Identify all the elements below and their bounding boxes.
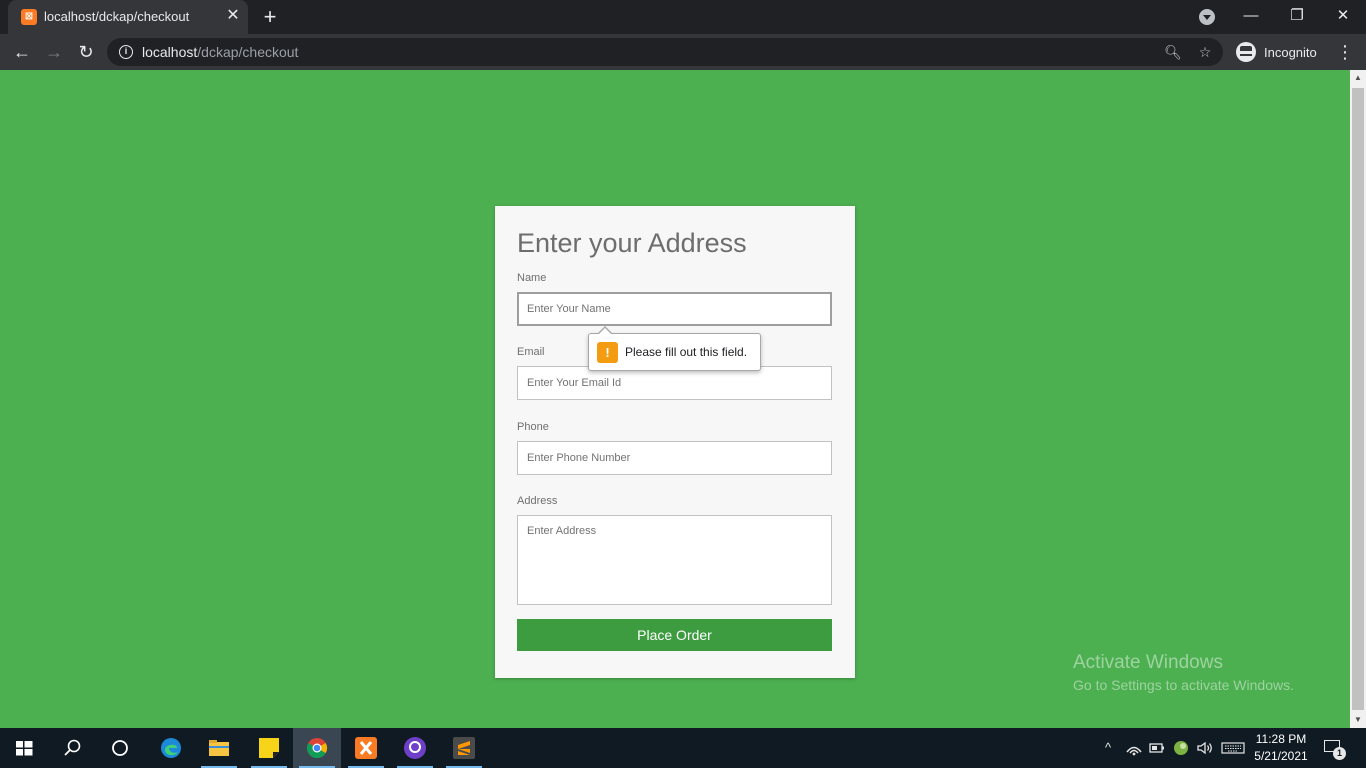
battery-icon[interactable]	[1147, 738, 1167, 758]
url-path: /dckap/checkout	[197, 44, 299, 60]
phone-input[interactable]	[517, 441, 832, 475]
page-scrollbar[interactable]: ▲ ▼	[1350, 70, 1366, 728]
action-center-button[interactable]: 1	[1322, 736, 1346, 760]
file-explorer-icon	[209, 740, 229, 756]
zoom-icon[interactable]: 🔍︎	[1163, 42, 1183, 62]
address-bar[interactable]: i localhost/dckap/checkout 🔍︎ ☆	[107, 38, 1223, 66]
validation-tooltip: ! Please fill out this field.	[588, 326, 761, 371]
tab-title: localhost/dckap/checkout	[44, 9, 190, 24]
close-window-button[interactable]: ✕	[1328, 4, 1358, 28]
sublime-text-icon	[453, 737, 475, 759]
scroll-up-arrow-icon[interactable]: ▲	[1350, 70, 1366, 86]
form-title: Enter your Address	[517, 228, 747, 258]
edge-icon	[161, 738, 181, 758]
clock-date: 5/21/2021	[1254, 749, 1308, 763]
email-input[interactable]	[517, 366, 832, 400]
search-icon	[64, 739, 81, 756]
watermark-title: Activate Windows	[1073, 652, 1223, 673]
wifi-icon[interactable]	[1124, 738, 1144, 758]
sticky-notes-taskbar-button[interactable]	[245, 728, 293, 768]
browser-menu-icon[interactable]: ⋮	[1336, 39, 1354, 65]
site-info-icon[interactable]: i	[119, 45, 133, 59]
validation-message: Please fill out this field.	[625, 345, 748, 359]
name-input[interactable]	[517, 292, 832, 326]
task-view-icon	[112, 740, 128, 756]
forward-button[interactable]: →	[41, 39, 67, 65]
start-button[interactable]	[0, 728, 48, 768]
chrome-icon	[306, 738, 328, 759]
watermark-subtitle: Go to Settings to activate Windows.	[1073, 677, 1294, 693]
minimize-button[interactable]: —	[1236, 4, 1266, 28]
page-viewport: Enter your Address Name Email Phone Addr…	[0, 70, 1350, 728]
new-tab-button[interactable]: +	[259, 4, 281, 30]
warning-icon: !	[597, 342, 618, 363]
keyboard-icon[interactable]	[1221, 738, 1245, 758]
tab-search-icon[interactable]	[1199, 9, 1215, 25]
app-tray-icon[interactable]	[1171, 738, 1191, 758]
phone-label: Phone	[517, 421, 549, 433]
volume-icon[interactable]	[1195, 738, 1215, 758]
xampp-taskbar-button[interactable]	[342, 728, 390, 768]
incognito-label[interactable]: Incognito	[1264, 45, 1317, 60]
browser-tab-bar: ⊠ localhost/dckap/checkout ✕ + — ❐ ✕	[0, 0, 1366, 34]
address-textarea[interactable]	[517, 515, 832, 605]
activate-windows-watermark: Activate Windows Go to Settings to activ…	[1073, 652, 1294, 696]
clock-time: 11:28 PM	[1255, 732, 1307, 746]
file-explorer-taskbar-button[interactable]	[195, 728, 243, 768]
url-text[interactable]: localhost/dckap/checkout	[142, 44, 298, 60]
browser-tab[interactable]: ⊠ localhost/dckap/checkout ✕	[8, 0, 248, 34]
task-view-button[interactable]	[96, 728, 144, 768]
place-order-button[interactable]: Place Order	[517, 619, 832, 651]
system-clock[interactable]: 11:28 PM 5/21/2021	[1246, 731, 1316, 765]
tray-chevron-icon[interactable]: ^	[1098, 738, 1118, 758]
bookmark-star-icon[interactable]: ☆	[1195, 42, 1215, 62]
email-label: Email	[517, 346, 545, 358]
tab-close-icon[interactable]: ✕	[224, 7, 242, 25]
browser-toolbar: ← → ↻ i localhost/dckap/checkout 🔍︎ ☆ In…	[0, 34, 1366, 70]
xampp-favicon-icon: ⊠	[21, 9, 37, 25]
back-button[interactable]: ←	[9, 39, 35, 65]
url-host: localhost	[142, 44, 198, 60]
name-label: Name	[517, 272, 547, 284]
incognito-icon[interactable]	[1236, 42, 1256, 62]
xampp-icon	[355, 737, 377, 759]
edge-taskbar-button[interactable]	[147, 728, 195, 768]
chrome-taskbar-button[interactable]	[293, 728, 341, 768]
restore-button[interactable]: ❐	[1282, 4, 1312, 28]
address-label: Address	[517, 495, 558, 507]
reload-button[interactable]: ↻	[73, 39, 99, 65]
github-desktop-icon	[404, 737, 426, 759]
search-button[interactable]	[48, 728, 96, 768]
github-desktop-taskbar-button[interactable]	[391, 728, 439, 768]
scrollbar-thumb[interactable]	[1352, 88, 1364, 710]
sublime-text-taskbar-button[interactable]	[440, 728, 488, 768]
scroll-down-arrow-icon[interactable]: ▼	[1350, 712, 1366, 728]
windows-taskbar: ^ 11:28 PM 5/21/2021 1	[0, 728, 1366, 768]
notification-count-badge: 1	[1333, 747, 1346, 760]
windows-start-icon	[16, 741, 33, 756]
sticky-notes-icon	[259, 738, 279, 758]
checkout-form: Enter your Address Name Email Phone Addr…	[495, 206, 855, 678]
